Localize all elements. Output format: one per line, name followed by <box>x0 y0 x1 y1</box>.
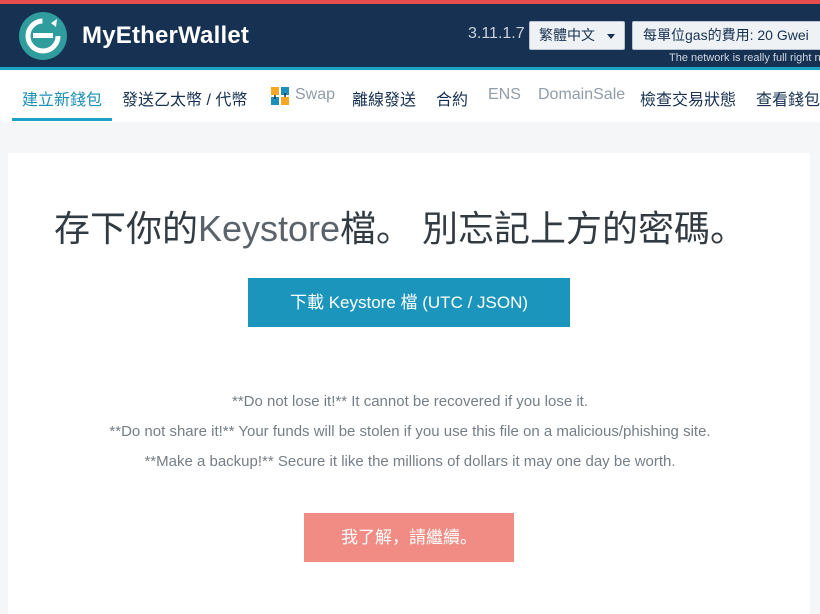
swap-icon <box>271 87 289 105</box>
tab-domainsale[interactable]: DomainSale <box>538 86 625 104</box>
language-value: 繁體中文 <box>539 27 595 43</box>
tab-view-wallet[interactable]: 查看錢包 <box>756 86 820 110</box>
title-part-2: 檔。 別忘記上方的密碼。 <box>340 208 747 249</box>
tab-offline-send[interactable]: 離線發送 <box>352 86 416 110</box>
chevron-down-icon <box>607 34 615 39</box>
page-title: 存下你的Keystore檔。 別忘記上方的密碼。 <box>0 200 800 252</box>
header-bar: MyEtherWallet 3.11.1.7 繁體中文 每單位gas的費用: 2… <box>0 4 820 68</box>
main-nav: 建立新錢包 發送乙太幣 / 代幣 Swap 離線發送 合約 ENS Domain… <box>0 70 820 122</box>
warning-make-backup: **Make a backup!** Secure it like the mi… <box>144 453 676 470</box>
gas-price-dropdown[interactable]: 每單位gas的費用: 20 Gwei <box>632 21 820 50</box>
myetherwallet-logo-icon[interactable] <box>18 11 68 61</box>
tab-swap[interactable]: Swap <box>295 86 335 104</box>
active-tab-indicator <box>12 118 112 121</box>
title-part-1: 存下你的 <box>53 208 198 249</box>
download-keystore-button[interactable]: 下載 Keystore 檔 (UTC / JSON) <box>248 278 570 327</box>
tab-ens[interactable]: ENS <box>488 86 521 104</box>
language-dropdown[interactable]: 繁體中文 <box>529 21 625 50</box>
title-keyword: Keystore <box>197 208 341 249</box>
tab-contracts[interactable]: 合約 <box>436 86 468 110</box>
brand-name[interactable]: MyEtherWallet <box>82 22 249 50</box>
continue-button[interactable]: 我了解，請繼續。 <box>304 513 514 562</box>
warning-do-not-lose: **Do not lose it!** It cannot be recover… <box>231 393 589 410</box>
version-number: 3.11.1.7 <box>468 25 525 42</box>
tab-generate-wallet[interactable]: 建立新錢包 <box>22 86 102 110</box>
warning-do-not-share: **Do not share it!** Your funds will be … <box>109 423 711 440</box>
tab-check-tx-status[interactable]: 檢查交易狀態 <box>640 86 736 110</box>
network-status-note: The network is really full right now <box>669 52 820 64</box>
tab-send-ether-tokens[interactable]: 發送乙太幣 / 代幣 <box>122 86 247 110</box>
